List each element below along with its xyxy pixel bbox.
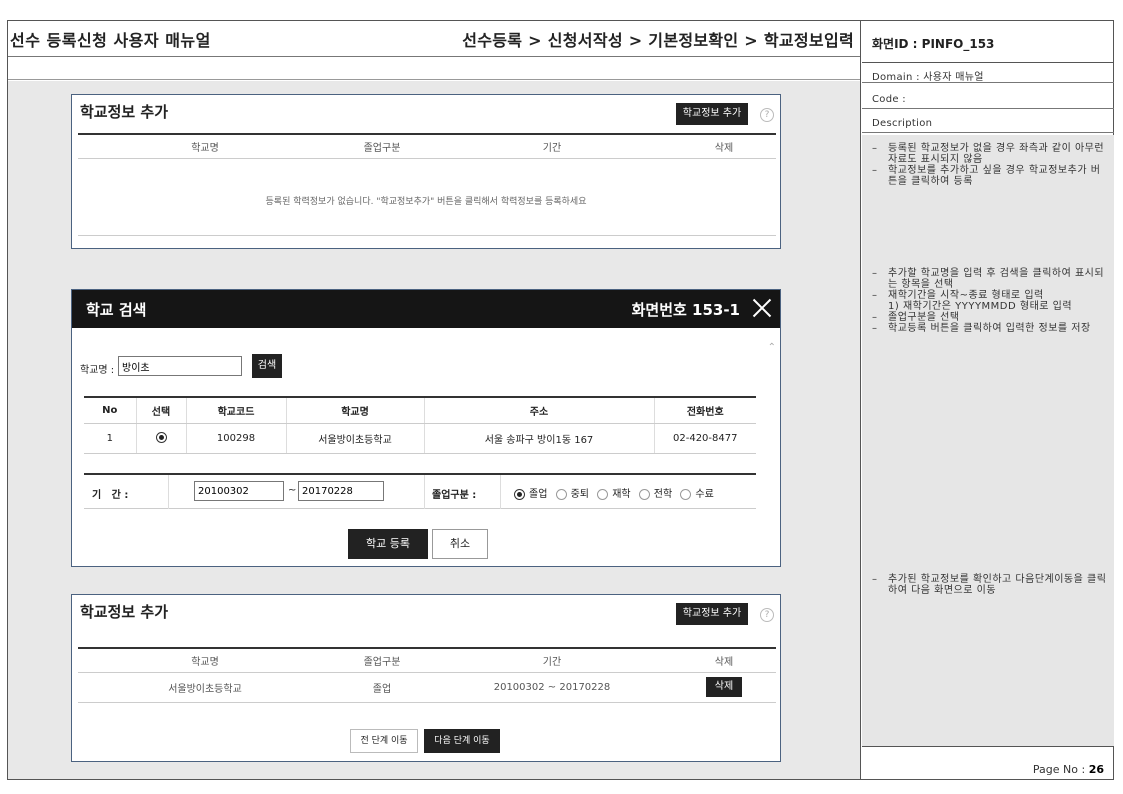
table-row: 서울방이초등학교 졸업 20100302 ~ 20170228 삭제 bbox=[78, 672, 776, 703]
column-header-school-name: 학교명 bbox=[78, 647, 332, 673]
radio-unselected-icon[interactable] bbox=[680, 488, 692, 500]
column-header-no: No bbox=[84, 396, 136, 424]
row-school-name: 서울방이초등학교 bbox=[285, 423, 424, 454]
column-header-grad-type: 졸업구분 bbox=[332, 647, 432, 673]
row-select[interactable] bbox=[135, 423, 186, 454]
code-row: Code : bbox=[862, 91, 1114, 109]
description-body: 등록된 학교정보가 없을 경우 좌측과 같이 아무런 자료도 표시되지 않음 학… bbox=[862, 135, 1114, 747]
column-header-school-code: 학교코드 bbox=[185, 396, 286, 424]
row-delete-cell: 삭제 bbox=[672, 672, 776, 703]
domain-row: Domain : 사용자 매뉴얼 bbox=[862, 65, 1114, 83]
row-grad-type: 졸업 bbox=[332, 672, 432, 703]
school-search-results-table: No 선택 학교코드 학교명 주소 전화번호 1 100298 서울방이초등학교… bbox=[84, 396, 756, 454]
column-header-select: 선택 bbox=[135, 396, 186, 424]
period-start-input[interactable] bbox=[194, 481, 284, 501]
table-row[interactable]: 1 100298 서울방이초등학교 서울 송파구 방이1동 167 02-420… bbox=[84, 423, 756, 454]
close-icon[interactable] bbox=[750, 296, 774, 320]
column-header-grad-type: 졸업구분 bbox=[332, 133, 432, 159]
page-number: Page No : 26 bbox=[1032, 763, 1104, 776]
school-name-label: 학교명 : bbox=[80, 365, 115, 376]
cancel-button[interactable]: 취소 bbox=[432, 529, 488, 559]
period-row: 기 간 : ~ 졸업구분 : 졸업 중퇴 재학 전학 수료 bbox=[84, 473, 756, 509]
row-period: 20100302 ~ 20170228 bbox=[432, 672, 672, 703]
period-label: 기 간 : bbox=[92, 490, 129, 501]
delete-button[interactable]: 삭제 bbox=[706, 677, 742, 697]
table-bottom-rule bbox=[78, 235, 776, 236]
school-info-table: 학교명 졸업구분 기간 삭제 서울방이초등학교 졸업 20100302 ~ 20… bbox=[78, 647, 776, 703]
column-header-delete: 삭제 bbox=[672, 133, 776, 159]
screen-content: 학교정보 추가 학교정보 추가 ? 학교명 졸업구분 기간 삭제 등록된 학력정… bbox=[8, 81, 860, 779]
prev-step-button[interactable]: 전 단계 이동 bbox=[350, 729, 418, 753]
page-header: 선수 등록신청 사용자 매뉴얼 선수등록 > 신청서작성 > 기본정보확인 > … bbox=[8, 21, 860, 57]
add-school-info-button[interactable]: 학교정보 추가 bbox=[676, 603, 748, 625]
screen-number: 화면번호 153-1 bbox=[631, 301, 740, 319]
modal-header: 학교 검색 화면번호 153-1 bbox=[72, 290, 780, 328]
manual-page-frame: 선수 등록신청 사용자 매뉴얼 선수등록 > 신청서작성 > 기본정보확인 > … bbox=[7, 20, 1114, 780]
column-header-phone: 전화번호 bbox=[653, 396, 756, 424]
screen-id: 화면ID : PINFO_153 bbox=[862, 21, 1114, 63]
school-info-table: 학교명 졸업구분 기간 삭제 bbox=[78, 133, 776, 159]
search-button[interactable]: 검색 bbox=[252, 354, 282, 378]
school-search-modal: 학교 검색 화면번호 153-1 ⌃ 학교명 : 검색 No 선택 학교코드 학… bbox=[71, 289, 781, 567]
column-header-period: 기간 bbox=[432, 133, 672, 159]
grad-option-transferred[interactable]: 전학 bbox=[638, 488, 672, 500]
register-school-button[interactable]: 학교 등록 bbox=[348, 529, 428, 559]
radio-unselected-icon[interactable] bbox=[555, 488, 567, 500]
grad-option-completed[interactable]: 수료 bbox=[680, 488, 714, 500]
note-panel-filled: 추가된 학교정보를 확인하고 다음단계이동을 클릭하여 다음 화면으로 이동 bbox=[872, 574, 1108, 596]
manual-title: 선수 등록신청 사용자 매뉴얼 bbox=[10, 31, 211, 50]
grad-option-enrolled[interactable]: 재학 bbox=[597, 488, 631, 500]
grad-label-divider bbox=[500, 475, 501, 509]
row-no: 1 bbox=[84, 423, 136, 454]
radio-unselected-icon[interactable] bbox=[638, 488, 650, 500]
help-icon[interactable]: ? bbox=[760, 108, 774, 122]
school-info-panel-filled: 학교정보 추가 학교정보 추가 ? 학교명 졸업구분 기간 삭제 서울방이초등학… bbox=[71, 594, 781, 762]
period-end-input[interactable] bbox=[298, 481, 384, 501]
row-school-code: 100298 bbox=[185, 423, 286, 454]
period-separator: ~ bbox=[288, 485, 297, 496]
breadcrumb: 선수등록 > 신청서작성 > 기본정보확인 > 학교정보입력 bbox=[462, 31, 854, 50]
empty-message: 등록된 학력정보가 없습니다. "학교정보추가" 버튼을 클릭해서 학력정보를 … bbox=[265, 197, 587, 207]
grad-type-radio-group: 졸업 중퇴 재학 전학 수료 bbox=[514, 485, 719, 500]
radio-selected-icon[interactable] bbox=[155, 432, 167, 444]
column-header-address: 주소 bbox=[423, 396, 654, 424]
grad-type-label: 졸업구분 : bbox=[432, 490, 477, 501]
help-icon[interactable]: ? bbox=[760, 608, 774, 622]
row-address: 서울 송파구 방이1동 167 bbox=[423, 423, 654, 454]
panel-title: 학교정보 추가 bbox=[80, 103, 169, 121]
note-school-search: 추가할 학교명을 입력 후 검색을 클릭하여 표시되는 항목을 선택 재학기간을… bbox=[872, 268, 1108, 334]
panel-title: 학교정보 추가 bbox=[80, 603, 169, 621]
grad-option-dropout[interactable]: 중퇴 bbox=[555, 488, 589, 500]
note-panel-empty: 등록된 학교정보가 없을 경우 좌측과 같이 아무런 자료도 표시되지 않음 학… bbox=[872, 143, 1108, 187]
column-header-period: 기간 bbox=[432, 647, 672, 673]
sub-header bbox=[8, 58, 860, 80]
school-name-search-input[interactable] bbox=[118, 356, 242, 376]
column-header-school-name: 학교명 bbox=[285, 396, 424, 424]
school-info-panel-empty: 학교정보 추가 학교정보 추가 ? 학교명 졸업구분 기간 삭제 등록된 학력정… bbox=[71, 94, 781, 249]
add-school-info-button[interactable]: 학교정보 추가 bbox=[676, 103, 748, 125]
row-phone: 02-420-8477 bbox=[653, 423, 756, 454]
scroll-up-arrow-icon[interactable]: ⌃ bbox=[768, 342, 776, 353]
radio-unselected-icon[interactable] bbox=[597, 488, 609, 500]
modal-title: 학교 검색 bbox=[86, 301, 147, 319]
next-step-button[interactable]: 다음 단계 이동 bbox=[424, 729, 500, 753]
description-sidebar: 화면ID : PINFO_153 Domain : 사용자 매뉴얼 Code :… bbox=[862, 21, 1114, 779]
period-cell-divider bbox=[168, 475, 169, 509]
row-school-name: 서울방이초등학교 bbox=[78, 672, 332, 703]
grad-option-graduated[interactable]: 졸업 bbox=[514, 488, 547, 500]
grad-cell-divider bbox=[424, 475, 425, 509]
main-area: 선수 등록신청 사용자 매뉴얼 선수등록 > 신청서작성 > 기본정보확인 > … bbox=[8, 21, 861, 779]
radio-selected-icon[interactable] bbox=[514, 488, 525, 500]
description-header: Description bbox=[862, 115, 1114, 133]
column-header-delete: 삭제 bbox=[672, 647, 776, 673]
column-header-school-name: 학교명 bbox=[78, 133, 332, 159]
